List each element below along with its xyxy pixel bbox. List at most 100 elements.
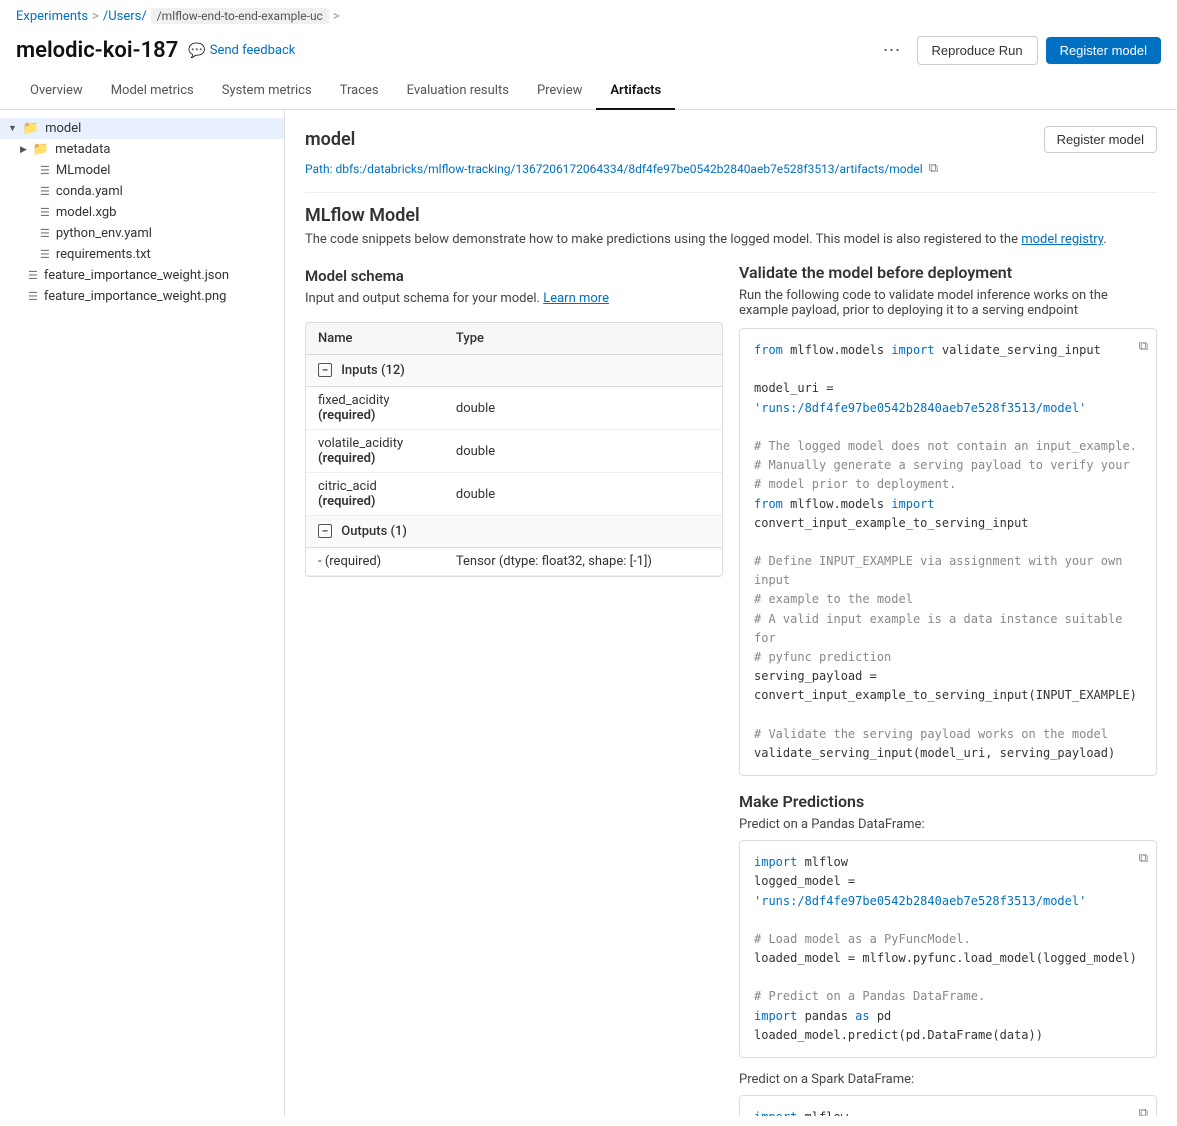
- content-area: model Register model Path: dbfs:/databri…: [285, 110, 1177, 1116]
- schema-table: Name Type − Inputs (12): [306, 323, 722, 576]
- table-row: - (required) Tensor (dtype: float32, sha…: [306, 548, 722, 576]
- file-icon: ☰: [40, 227, 50, 240]
- predict-spark-desc: Predict on a Spark DataFrame:: [739, 1072, 1157, 1087]
- right-column: Validate the model before deployment Run…: [739, 263, 1157, 1116]
- mlflow-model-title: MLflow Model: [305, 205, 1157, 226]
- collapse-inputs-icon[interactable]: −: [318, 363, 332, 377]
- output-field-name: - (required): [306, 548, 444, 576]
- sidebar-item-label-requirements: requirements.txt: [56, 247, 151, 262]
- send-feedback-link[interactable]: 💬 Send feedback: [188, 43, 295, 59]
- table-row: fixed_acidity(required) double: [306, 387, 722, 430]
- breadcrumb-users[interactable]: /Users/: [103, 9, 147, 24]
- copy-predict-spark-icon[interactable]: ⧉: [1139, 1104, 1148, 1116]
- feedback-icon: 💬: [188, 43, 205, 59]
- file-icon: ☰: [28, 290, 38, 303]
- model-registry-link[interactable]: model registry: [1021, 232, 1103, 247]
- sidebar-item-label-feature-json: feature_importance_weight.json: [44, 268, 229, 283]
- outputs-section-row: − Outputs (1): [306, 516, 722, 548]
- page-title: melodic-koi-187: [16, 38, 178, 63]
- predict-pandas-code-block: ⧉ import mlflow logged_model = 'runs:/8d…: [739, 840, 1157, 1058]
- sidebar-item-feature-json[interactable]: ☰ feature_importance_weight.json: [0, 265, 284, 286]
- sidebar-item-conda[interactable]: ☰ conda.yaml: [0, 181, 284, 202]
- learn-more-link[interactable]: Learn more: [543, 291, 609, 306]
- tab-preview[interactable]: Preview: [523, 73, 596, 110]
- sidebar-item-label-feature-png: feature_importance_weight.png: [44, 289, 227, 304]
- path-text: Path: dbfs:/databricks/mlflow-tracking/1…: [305, 162, 923, 176]
- model-schema-title: Model schema: [305, 267, 723, 285]
- make-predictions-title: Make Predictions: [739, 792, 1157, 811]
- schema-col-type: Type: [444, 323, 722, 355]
- field-type-volatile-acidity: double: [444, 430, 722, 473]
- artifact-path: Path: dbfs:/databricks/mlflow-tracking/1…: [305, 161, 1157, 176]
- copy-path-icon[interactable]: ⧉: [929, 161, 938, 176]
- sidebar-item-mlmodel[interactable]: ☰ MLmodel: [0, 160, 284, 181]
- feedback-label: Send feedback: [210, 43, 296, 58]
- file-icon: ☰: [40, 185, 50, 198]
- schema-col-name: Name: [306, 323, 444, 355]
- tabs-bar: Overview Model metrics System metrics Tr…: [0, 73, 1177, 110]
- inputs-section-label: − Inputs (12): [306, 355, 722, 387]
- schema-table-box: Name Type − Inputs (12): [305, 322, 723, 577]
- tab-model-metrics[interactable]: Model metrics: [97, 73, 208, 110]
- register-model-content-button[interactable]: Register model: [1044, 126, 1157, 153]
- sidebar-item-python-env[interactable]: ☰ python_env.yaml: [0, 223, 284, 244]
- tab-artifacts[interactable]: Artifacts: [596, 73, 675, 110]
- reproduce-run-button[interactable]: Reproduce Run: [917, 36, 1038, 65]
- sidebar-item-model[interactable]: ▼ 📁 model: [0, 118, 284, 139]
- chevron-down-icon: ▼: [8, 123, 17, 134]
- model-section-header: model Register model: [305, 126, 1157, 153]
- folder-icon: 📁: [33, 142, 49, 157]
- sidebar-item-label-python-env: python_env.yaml: [56, 226, 152, 241]
- validate-title: Validate the model before deployment: [739, 263, 1157, 282]
- more-options-button[interactable]: ⋯: [875, 36, 909, 65]
- page-header-right: ⋯ Reproduce Run Register model: [875, 36, 1162, 65]
- folder-icon: 📁: [23, 121, 39, 136]
- collapse-outputs-icon[interactable]: −: [318, 524, 332, 538]
- outputs-section-label: − Outputs (1): [306, 516, 722, 548]
- breadcrumb-experiments[interactable]: Experiments: [16, 9, 88, 24]
- output-field-type: Tensor (dtype: float32, shape: [-1]): [444, 548, 722, 576]
- model-schema-desc: Input and output schema for your model. …: [305, 291, 723, 306]
- tab-traces[interactable]: Traces: [326, 73, 393, 110]
- sidebar-item-label-model-xgb: model.xgb: [56, 205, 117, 220]
- field-name-citric-acid: citric_acid(required): [306, 473, 444, 516]
- table-row: volatile_acidity(required) double: [306, 430, 722, 473]
- field-name-volatile-acidity: volatile_acidity(required): [306, 430, 444, 473]
- file-icon: ☰: [40, 248, 50, 261]
- tab-overview[interactable]: Overview: [16, 73, 97, 110]
- predict-spark-code-block: ⧉ import mlflow from pyspark.sql.functio…: [739, 1095, 1157, 1116]
- breadcrumb-sep1: >: [92, 9, 99, 24]
- validate-desc: Run the following code to validate model…: [739, 288, 1157, 318]
- sidebar-item-label-metadata: metadata: [55, 142, 110, 157]
- breadcrumb-sep2: >: [333, 9, 340, 24]
- validate-code-block: ⧉ from mlflow.models import validate_ser…: [739, 328, 1157, 776]
- sidebar-item-metadata[interactable]: ▶ 📁 metadata: [0, 139, 284, 160]
- copy-predict-pandas-icon[interactable]: ⧉: [1139, 849, 1148, 870]
- mlflow-model-section: MLflow Model The code snippets below dem…: [305, 205, 1157, 247]
- file-icon: ☰: [28, 269, 38, 282]
- chevron-right-icon: ▶: [20, 145, 27, 155]
- file-icon: ☰: [40, 206, 50, 219]
- field-type-fixed-acidity: double: [444, 387, 722, 430]
- register-model-header-button[interactable]: Register model: [1046, 37, 1161, 64]
- model-section-title: model: [305, 129, 355, 150]
- mlflow-model-desc-text: The code snippets below demonstrate how …: [305, 232, 1018, 247]
- tab-evaluation-results[interactable]: Evaluation results: [393, 73, 523, 110]
- page-header-left: melodic-koi-187 💬 Send feedback: [16, 38, 295, 63]
- field-required-label: (required): [318, 451, 375, 466]
- sidebar-item-feature-png[interactable]: ☰ feature_importance_weight.png: [0, 286, 284, 307]
- tab-system-metrics[interactable]: System metrics: [208, 73, 326, 110]
- sidebar-item-requirements[interactable]: ☰ requirements.txt: [0, 244, 284, 265]
- breadcrumb-path: /mlflow-end-to-end-example-uc: [151, 8, 329, 24]
- field-required-label: (required): [318, 408, 375, 423]
- sidebar-item-model-xgb[interactable]: ☰ model.xgb: [0, 202, 284, 223]
- sidebar-item-label-mlmodel: MLmodel: [56, 163, 111, 178]
- mlflow-model-desc: The code snippets below demonstrate how …: [305, 232, 1157, 247]
- field-type-citric-acid: double: [444, 473, 722, 516]
- copy-validate-code-icon[interactable]: ⧉: [1139, 337, 1148, 358]
- field-required-label: (required): [318, 494, 375, 509]
- page-header: melodic-koi-187 💬 Send feedback ⋯ Reprod…: [0, 32, 1177, 73]
- field-name-fixed-acidity: fixed_acidity(required): [306, 387, 444, 430]
- two-column-layout: Model schema Input and output schema for…: [305, 263, 1157, 1116]
- validate-section: Validate the model before deployment Run…: [739, 263, 1157, 776]
